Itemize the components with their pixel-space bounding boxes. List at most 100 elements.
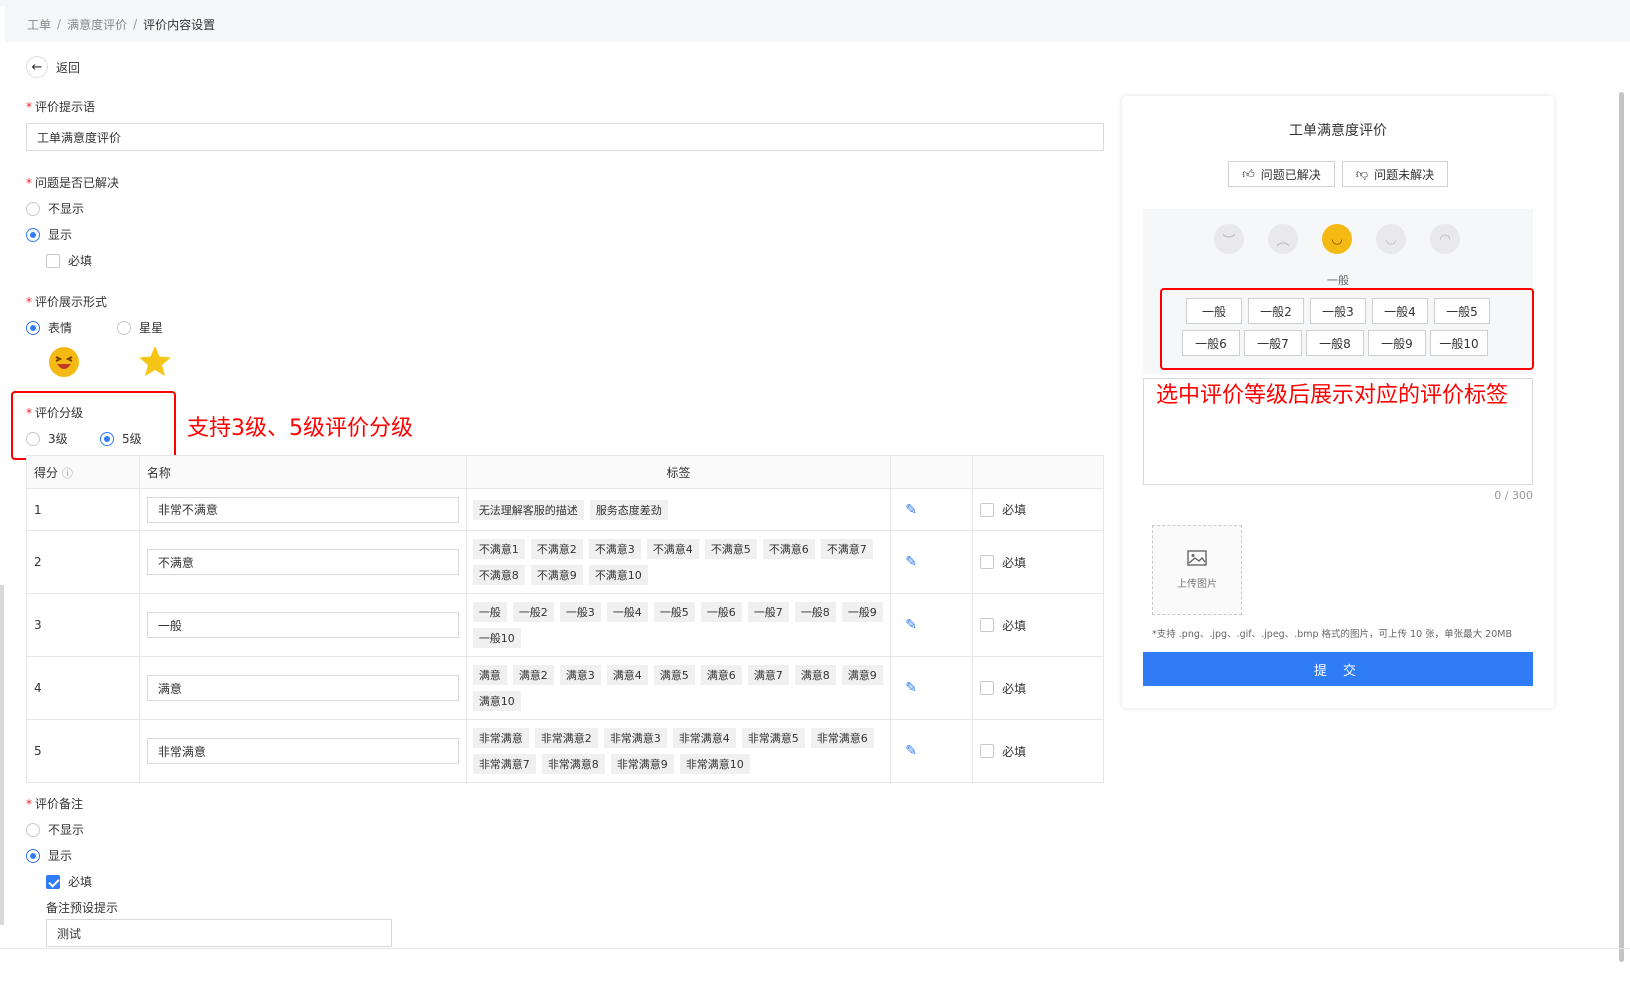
checkbox [980,618,995,632]
remark-preset-input[interactable]: 测试 [46,919,392,947]
cell-required: 必填 [972,656,1104,720]
radio [26,822,40,837]
grade-name-input[interactable]: 满意 [146,675,459,701]
tag: 不满意9 [530,565,583,585]
grade-table: 得分 ⓘ 名称 标签 1 非常不满意 无法理解客服的描述 服务态度差劲 ✎ 必填 2 不满意不… [26,455,1104,783]
back-label: 返回 [56,60,81,75]
checkbox [980,681,995,695]
tag: 满意7 [747,665,789,685]
tag-list: 无法理解客服的描述 服务态度差劲 [467,492,890,528]
tag: 非常满意7 [472,754,536,774]
tag: 非常满意3 [603,728,667,748]
tag: 满意 [472,665,507,685]
grade-name-input[interactable]: 不满意 [146,549,459,575]
face-very-unsatisfied-icon[interactable]: ︶ [1214,224,1244,254]
tag: 不满意3 [588,539,641,559]
tag: 非常满意8 [541,754,605,774]
remark-option-show[interactable]: 显示 [26,847,72,864]
breadcrumb-separator: / [133,17,138,31]
cell-required: 必填 [972,593,1104,657]
tag: 一般8 [794,602,836,622]
tag: 不满意2 [530,539,583,559]
tag-list: 满意 满意2 满意3 满意4 满意5 满意6 满意7 满意8 满意9 满意10 [467,657,890,719]
cell-name: 一般 [138,593,467,657]
submit-button[interactable]: 提 交 [1143,652,1533,686]
resolved-button[interactable]: 👍︎ 问题已解决 [1228,161,1335,187]
resolved-required-checkbox[interactable]: 必填 [46,252,92,269]
tag: 一般9 [841,602,883,622]
tag: 满意8 [794,665,836,685]
edit-icon[interactable]: ✎ [905,617,917,633]
left-edge-bar [0,585,4,925]
face-unsatisfied-icon[interactable]: ︵ [1268,224,1298,254]
tag: 不满意10 [588,565,648,585]
resolved-option-show[interactable]: 显示 [26,226,72,243]
remark-option-hide[interactable]: 不显示 [26,821,84,838]
scrollbar[interactable] [1619,92,1624,962]
back-button[interactable]: ← 返回 [26,56,80,78]
cell-score: 4 [26,656,140,720]
cell-tags: 满意 满意2 满意3 满意4 满意5 满意6 满意7 满意8 满意9 满意10 [465,656,892,720]
checkbox [980,744,995,758]
required-checkbox[interactable]: 必填 [973,743,1103,760]
table-row: 2 不满意 不满意1 不满意2 不满意3 不满意4 不满意5 不满意6 不满意7 不满意8 不满意9… [26,530,1104,594]
tag: 非常满意5 [741,728,805,748]
radio [26,201,40,216]
face-very-satisfied-icon[interactable]: ◠ [1430,224,1460,254]
required-label: 必填 [1002,744,1027,759]
required-checkbox[interactable]: 必填 [973,680,1103,697]
edit-icon[interactable]: ✎ [905,680,917,696]
required-checkbox[interactable]: 必填 [973,501,1103,518]
required-checkbox[interactable]: 必填 [973,617,1103,634]
info-icon[interactable]: ⓘ [62,467,73,480]
prompt-input[interactable]: 工单满意度评价 [26,123,1104,151]
tag: 非常满意10 [679,754,750,774]
remark-required-checkbox[interactable]: 必填 [46,873,92,890]
tag: 一般5 [653,602,695,622]
required-label: 必填 [1002,681,1027,696]
thumb-up-icon: 👍︎ [1242,166,1255,181]
tag: 非常满意9 [610,754,674,774]
emoji-icon [48,346,80,381]
breadcrumb: 工单 / 满意度评价 / 评价内容设置 [5,6,1630,42]
header-tags: 标签 [465,455,892,489]
cell-score: 3 [26,593,140,657]
tag: 一般6 [700,602,742,622]
grade-name-input[interactable]: 一般 [146,612,459,638]
tag: 一般10 [472,628,521,648]
grading-option-3[interactable]: 3级 [26,430,68,447]
upload-label: 上传图片 [1177,579,1217,590]
grade-name-input[interactable]: 非常不满意 [146,496,459,523]
resolved-option-hide[interactable]: 不显示 [26,200,84,217]
display-form-option-star[interactable]: 星星 [117,319,163,336]
face-satisfied-icon[interactable]: ◡ [1376,224,1406,254]
cell-name: 非常不满意 [138,488,467,531]
cell-tags: 无法理解客服的描述 服务态度差劲 [465,488,892,531]
upload-image-button[interactable]: 上传图片 [1152,525,1242,615]
unresolved-button[interactable]: 👎︎ 问题未解决 [1342,161,1448,187]
tag: 不满意4 [646,539,699,559]
display-form-option-emoji[interactable]: 表情 [26,319,72,336]
checkbox [980,502,995,517]
tag: 一般3 [559,602,601,622]
breadcrumb-item-ticket[interactable]: 工单 [27,16,51,33]
resolved-label: * 问题是否已解决 [26,176,120,190]
tag: 无法理解客服的描述 [472,499,584,520]
face-neutral-icon[interactable]: ◡ [1322,224,1352,254]
grading-label: * 评价分级 [26,406,84,420]
tag-list: 不满意1 不满意2 不满意3 不满意4 不满意5 不满意6 不满意7 不满意8 不满意9 不满意1… [467,531,890,593]
radio-selected [26,848,40,863]
breadcrumb-item-current: 评价内容设置 [143,17,216,32]
breadcrumb-item-satisfaction[interactable]: 满意度评价 [67,16,127,33]
edit-icon[interactable]: ✎ [905,502,917,518]
cell-name: 满意 [138,656,467,720]
edit-icon[interactable]: ✎ [905,743,917,759]
radio [26,431,40,446]
tag: 不满意1 [472,539,525,559]
grade-name-input[interactable]: 非常满意 [146,738,459,764]
grading-option-5[interactable]: 5级 [100,430,142,447]
required-checkbox[interactable]: 必填 [973,554,1103,571]
tag: 一般4 [606,602,648,622]
table-row: 5 非常满意 非常满意 非常满意2 非常满意3 非常满意4 非常满意5 非常满意6 非常满意7 非… [26,719,1104,783]
edit-icon[interactable]: ✎ [905,554,917,570]
